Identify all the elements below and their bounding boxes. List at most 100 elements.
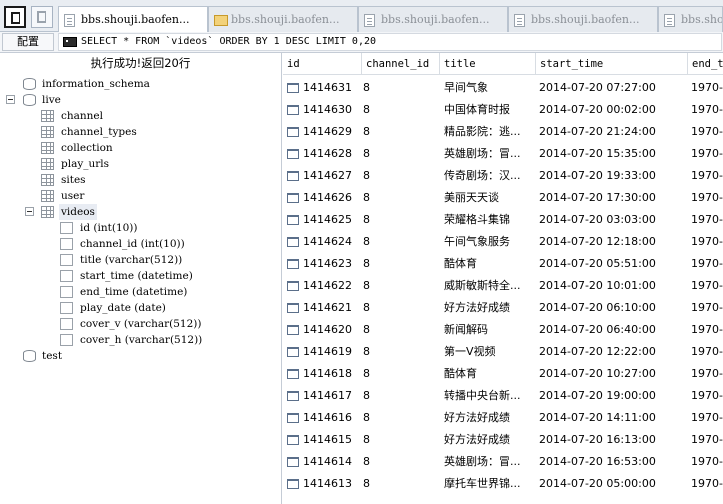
table-cell: 2014-07-20 19:33:00 xyxy=(539,169,656,182)
table-row[interactable]: 1414620 8 新闻解码 2014-07-20 06:40:00 1970-0 xyxy=(283,319,723,341)
tree-db-information-schema[interactable]: information_schema xyxy=(0,76,280,92)
table-cell: 第一V视频 xyxy=(444,345,496,358)
tree-label: id (int(10)) xyxy=(80,222,138,234)
row-icon xyxy=(287,105,299,115)
tree-column-cover-v[interactable]: cover_v (varchar(512)) xyxy=(0,316,280,332)
table-cell: 1970-0 xyxy=(691,345,723,358)
column-header-channel-id[interactable]: channel_id xyxy=(362,53,440,75)
table-row[interactable]: 1414631 8 早间气象 2014-07-20 07:27:00 1970-0 xyxy=(283,77,723,99)
tree-label: cover_h (varchar(512)) xyxy=(80,334,203,346)
collapse-icon[interactable] xyxy=(6,95,15,104)
tree-column-title[interactable]: title (varchar(512)) xyxy=(0,252,280,268)
table-row[interactable]: 1414627 8 传奇剧场：汉... 2014-07-20 19:33:00 1970… xyxy=(283,165,723,187)
tree-table-collection[interactable]: collection xyxy=(0,140,280,156)
table-row[interactable]: 1414621 8 好方法好成绩 2014-07-20 06:10:00 1970-0 xyxy=(283,297,723,319)
table-row[interactable]: 1414624 8 午间气象服务 2014-07-20 12:18:00 1970-0 xyxy=(283,231,723,253)
table-row[interactable]: 1414616 8 好方法好成绩 2014-07-20 14:11:00 1970-0 xyxy=(283,407,723,429)
table-row[interactable]: 1414618 8 酷体育 2014-07-20 10:27:00 1970-0 xyxy=(283,363,723,385)
table-cell: 酷体育 xyxy=(444,367,477,380)
table-cell: 传奇剧场：汉... xyxy=(444,169,521,182)
table-row[interactable]: 1414625 8 荣耀格斗集锦 2014-07-20 03:03:00 1970-0 xyxy=(283,209,723,231)
tree-label: channel_types xyxy=(61,126,137,138)
table-row[interactable]: 1414613 8 摩托车世界锦... 2014-07-20 05:00:00 1970… xyxy=(283,473,723,495)
table-row[interactable]: 1414628 8 英雄剧场：冒... 2014-07-20 15:35:00 1970… xyxy=(283,143,723,165)
document-icon xyxy=(664,14,675,27)
tree-table-play-urls[interactable]: play_urls xyxy=(0,156,280,172)
tree-table-user[interactable]: user xyxy=(0,188,280,204)
tree-label: information_schema xyxy=(42,78,150,90)
table-row[interactable]: 1414617 8 转播中央台新... 2014-07-20 19:00:00 1970… xyxy=(283,385,723,407)
table-cell: 英雄剧场：冒... xyxy=(444,455,521,468)
table-cell: 新闻解码 xyxy=(444,323,488,336)
tree-table-sites[interactable]: sites xyxy=(0,172,280,188)
column-header-end-time[interactable]: end_t xyxy=(688,53,723,75)
table-cell: 1970-0 xyxy=(691,125,723,138)
tree-column-cover-h[interactable]: cover_h (varchar(512)) xyxy=(0,332,280,348)
tree-column-id[interactable]: id (int(10)) xyxy=(0,220,280,236)
table-cell: 1970-0 xyxy=(691,477,723,490)
table-cell: 1970-0 xyxy=(691,235,723,248)
tree-table-channel-types[interactable]: channel_types xyxy=(0,124,280,140)
config-button[interactable]: 配置 xyxy=(2,33,54,51)
tree-table-channel[interactable]: channel xyxy=(0,108,280,124)
tree-label: videos xyxy=(59,204,97,220)
tree-label: channel_id (int(10)) xyxy=(80,238,185,250)
table-row[interactable]: 1414629 8 精品影院：逃... 2014-07-20 21:24:00 1970… xyxy=(283,121,723,143)
table-cell: 1970-0 xyxy=(691,103,723,116)
table-cell: 8 xyxy=(363,323,370,336)
table-cell: 1970-0 xyxy=(691,191,723,204)
tab-bar: bbs.shouji.baofen... bbs.shouji.baofen..… xyxy=(0,0,723,33)
table-row[interactable]: 1414614 8 英雄剧场：冒... 2014-07-20 16:53:00 1970… xyxy=(283,451,723,473)
table-cell: 早间气象 xyxy=(444,81,488,94)
tab-1[interactable]: bbs.shouji.baofen... xyxy=(58,6,208,33)
table-row[interactable]: 1414622 8 威斯敏斯特全... 2014-07-20 10:01:00 1970… xyxy=(283,275,723,297)
table-row[interactable]: 1414619 8 第一V视频 2014-07-20 12:22:00 1970-0 xyxy=(283,341,723,363)
status-message: 执行成功!返回20行 xyxy=(90,56,191,70)
collapse-icon[interactable] xyxy=(25,207,34,216)
table-cell: 2014-07-20 06:40:00 xyxy=(539,323,656,336)
sql-query-input[interactable]: SELECT * FROM `videos` ORDER BY 1 DESC L… xyxy=(58,33,722,51)
row-icon xyxy=(287,479,299,489)
row-icon xyxy=(287,171,299,181)
table-cell: 1414625 xyxy=(303,213,352,226)
table-cell: 1970-0 xyxy=(691,301,723,314)
table-icon xyxy=(41,174,54,186)
table-cell: 转播中央台新... xyxy=(444,389,521,402)
tab-4[interactable]: bbs.shouji.baofen... xyxy=(508,6,658,32)
column-header-title[interactable]: title xyxy=(440,53,536,75)
tree-column-start-time[interactable]: start_time (datetime) xyxy=(0,268,280,284)
column-header-start-time[interactable]: start_time xyxy=(536,53,688,75)
tree-column-end-time[interactable]: end_time (datetime) xyxy=(0,284,280,300)
table-cell: 1414624 xyxy=(303,235,352,248)
table-row[interactable]: 1414623 8 酷体育 2014-07-20 05:51:00 1970-0 xyxy=(283,253,723,275)
table-cell: 1970-0 xyxy=(691,147,723,160)
table-cell: 1970-0 xyxy=(691,213,723,226)
table-cell: 8 xyxy=(363,191,370,204)
tree-table-videos[interactable]: videos xyxy=(0,204,280,220)
table-row[interactable]: 1414615 8 好方法好成绩 2014-07-20 16:13:00 1970-0 xyxy=(283,429,723,451)
row-icon xyxy=(287,215,299,225)
tree-column-play-date[interactable]: play_date (date) xyxy=(0,300,280,316)
table-row[interactable]: 1414630 8 中国体育时报 2014-07-20 00:02:00 1970-0 xyxy=(283,99,723,121)
tab-2[interactable]: bbs.shouji.baofen... xyxy=(208,6,358,32)
tab-3[interactable]: bbs.shouji.baofen... xyxy=(358,6,508,32)
new-tab-button[interactable] xyxy=(31,6,53,28)
table-cell: 2014-07-20 15:35:00 xyxy=(539,147,656,160)
table-cell: 8 xyxy=(363,389,370,402)
table-row[interactable]: 1414626 8 美丽天天谈 2014-07-20 17:30:00 1970-0 xyxy=(283,187,723,209)
table-cell: 8 xyxy=(363,477,370,490)
table-cell: 1970-0 xyxy=(691,169,723,182)
tree-db-test[interactable]: test xyxy=(0,348,280,364)
table-cell: 2014-07-20 00:02:00 xyxy=(539,103,656,116)
table-cell: 8 xyxy=(363,103,370,116)
column-header-id[interactable]: id xyxy=(283,53,362,75)
tree-db-live[interactable]: live xyxy=(0,92,280,108)
tree-column-channel-id[interactable]: channel_id (int(10)) xyxy=(0,236,280,252)
table-cell: 8 xyxy=(363,279,370,292)
database-icon xyxy=(23,350,36,362)
tree-label: test xyxy=(42,350,63,362)
table-cell: 2014-07-20 16:53:00 xyxy=(539,455,656,468)
panel-toggle-button[interactable] xyxy=(4,6,26,28)
tab-5[interactable]: bbs.shouji.baofen... xyxy=(658,6,723,32)
table-cell: 2014-07-20 03:03:00 xyxy=(539,213,656,226)
